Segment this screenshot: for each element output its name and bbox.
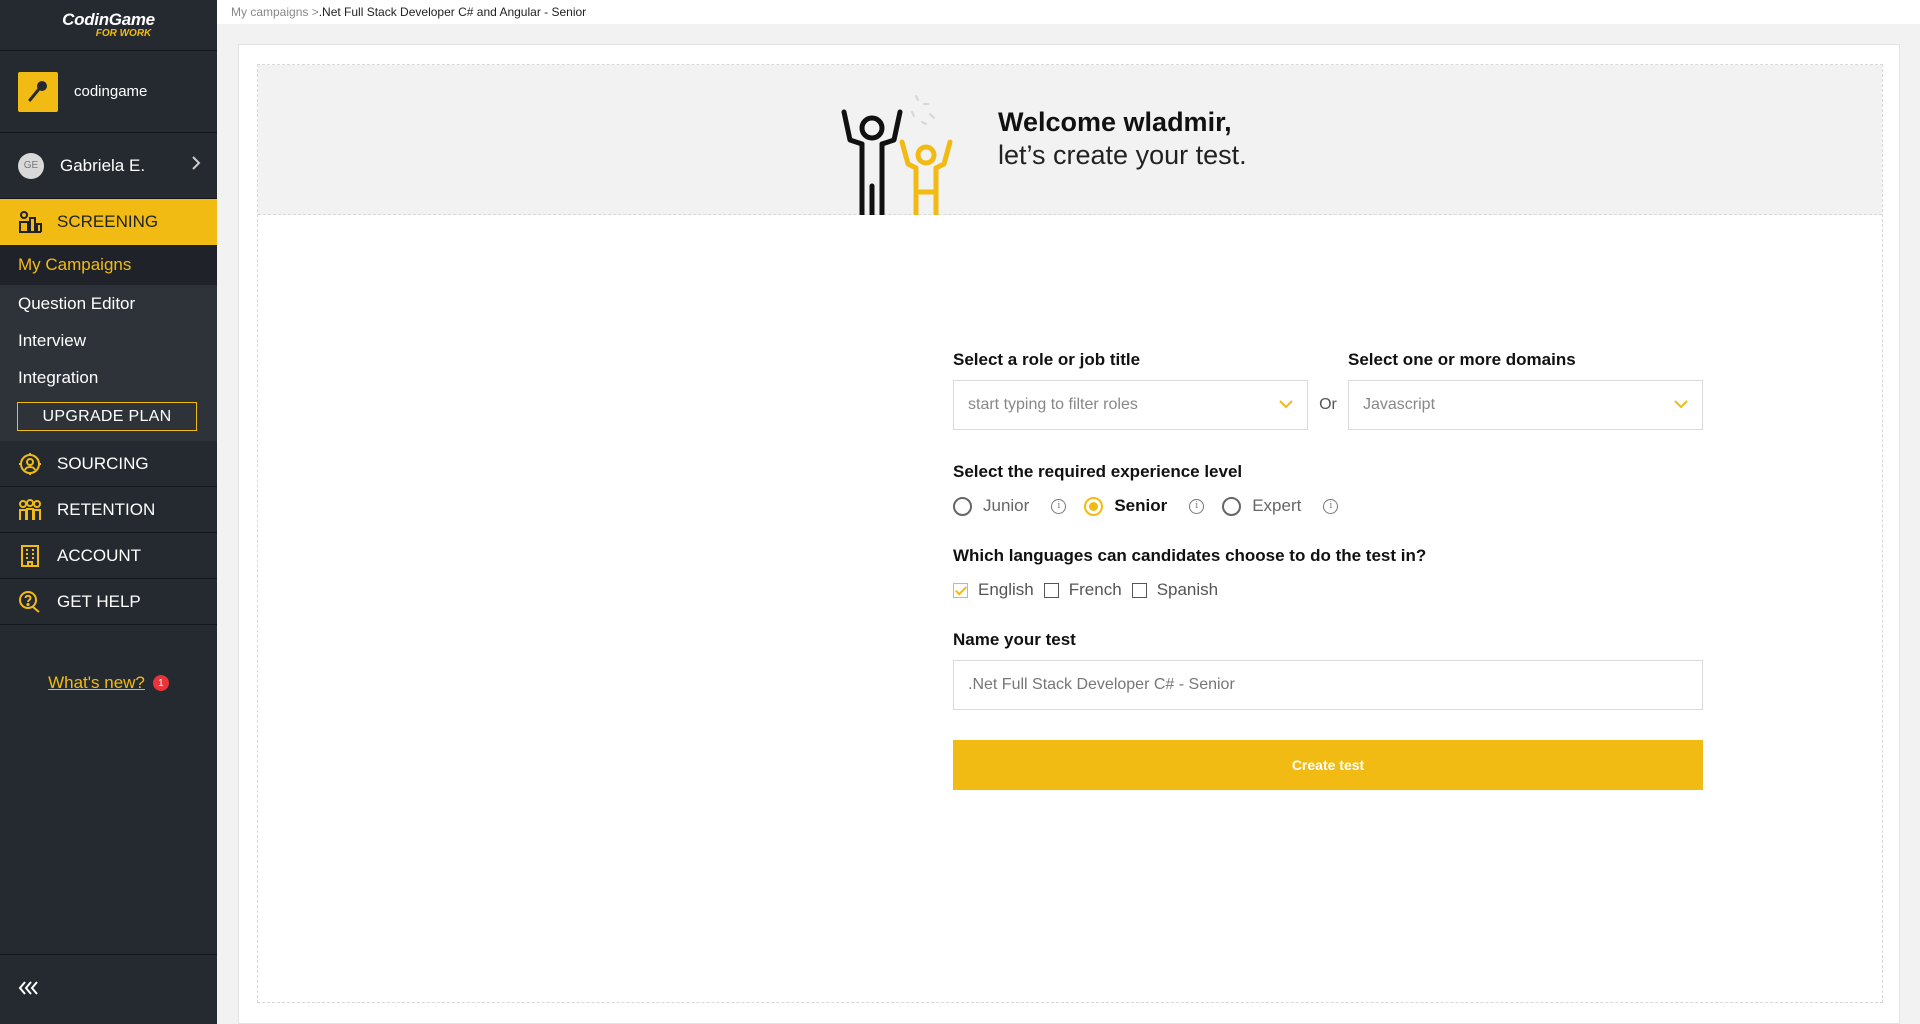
info-icon[interactable]: i [1051, 498, 1067, 514]
create-test-button[interactable]: Create test [953, 740, 1703, 790]
upgrade-wrapper: UPGRADE PLAN [0, 396, 217, 441]
radio-junior-label: Junior [983, 496, 1030, 515]
test-name-placeholder: .Net Full Stack Developer C# - Senior [968, 676, 1235, 693]
welcome-subtitle: let’s create your test. [998, 140, 1247, 170]
radio-junior[interactable]: Junior [953, 496, 1029, 516]
nav-sourcing[interactable]: SOURCING [0, 441, 217, 487]
nav-get-help[interactable]: GET HELP [0, 579, 217, 625]
role-select[interactable]: start typing to filter roles [953, 380, 1308, 430]
help-icon [18, 590, 42, 614]
organization-logo-icon [18, 71, 58, 112]
create-test-form: Select a role or job title start typing … [953, 350, 1703, 790]
logo-subtext: FOR WORK [95, 27, 152, 39]
screening-icon [18, 210, 42, 234]
checkbox-spanish-box [1131, 582, 1147, 598]
experience-label: Select the required experience level [953, 462, 1243, 481]
user-name: Gabriela E. [60, 155, 146, 175]
sidebar-item-integration[interactable]: Integration [0, 359, 217, 396]
logo[interactable]: CodinGame FOR WORK [0, 0, 217, 51]
sidebar: CodinGame FOR WORK codingame GE Gabriela… [0, 0, 217, 1024]
role-label: Select a role or job title [953, 350, 1141, 369]
checkbox-french-box [1043, 582, 1059, 598]
checkbox-english-label: English [978, 580, 1034, 599]
chevron-right-icon [191, 156, 201, 175]
user-menu[interactable]: GE Gabriela E. [0, 133, 217, 199]
screening-submenu: My Campaigns Question Editor Interview I… [0, 245, 217, 441]
radio-expert-circle [1222, 496, 1242, 516]
domain-label: Select one or more domains [1348, 350, 1576, 369]
checkbox-french[interactable]: French [1043, 580, 1122, 600]
languages-checkbox-group: English French Spanish [953, 580, 1703, 600]
checkbox-french-label: French [1068, 580, 1122, 599]
nav-retention[interactable]: RETENTION [0, 487, 217, 533]
breadcrumb-current: .Net Full Stack Developer C# and Angular… [318, 5, 587, 19]
organization: codingame [0, 51, 217, 133]
nav-retention-label: RETENTION [57, 499, 156, 519]
collapse-sidebar-button[interactable] [0, 954, 217, 1024]
nav-screening[interactable]: SCREENING [0, 199, 217, 245]
radio-senior-circle [1084, 496, 1104, 516]
or-separator: Or [1319, 396, 1337, 413]
domain-select-value: Javascript [1363, 396, 1436, 413]
nav-get-help-label: GET HELP [57, 591, 141, 611]
breadcrumb: My campaigns > .Net Full Stack Developer… [217, 0, 1920, 24]
welcome-text: Welcome wladmir, let’s create your test. [998, 107, 1247, 171]
role-domain-row: Select a role or job title start typing … [953, 350, 1703, 430]
sidebar-item-my-campaigns[interactable]: My Campaigns [0, 245, 217, 285]
avatar: GE [18, 152, 44, 179]
languages-label: Which languages can candidates choose to… [953, 546, 1427, 565]
sidebar-item-question-editor[interactable]: Question Editor [0, 285, 217, 322]
nav-account[interactable]: ACCOUNT [0, 533, 217, 579]
radio-expert[interactable]: Expert [1222, 496, 1301, 516]
whats-new: What's new? 1 [0, 673, 217, 693]
organization-name: codingame [74, 83, 148, 100]
info-icon[interactable]: i [1323, 498, 1339, 514]
role-select-placeholder: start typing to filter roles [968, 396, 1138, 413]
domain-select[interactable]: Javascript [1348, 380, 1703, 430]
chevron-down-icon [1279, 396, 1293, 414]
building-icon [18, 544, 42, 568]
checkbox-spanish[interactable]: Spanish [1131, 580, 1219, 600]
welcome-title: Welcome wladmir, [998, 107, 1232, 137]
main-card: Welcome wladmir, let’s create your test.… [238, 44, 1900, 1024]
chevron-down-icon [1674, 396, 1688, 414]
radio-expert-label: Expert [1252, 496, 1302, 515]
whats-new-link[interactable]: What's new? [48, 673, 145, 693]
info-icon[interactable]: i [1189, 498, 1205, 514]
nav-sourcing-label: SOURCING [57, 453, 149, 473]
breadcrumb-my-campaigns[interactable]: My campaigns > [231, 5, 319, 19]
retention-icon [18, 498, 42, 522]
radio-senior-label: Senior [1114, 496, 1168, 515]
checkbox-english-box [953, 582, 968, 598]
sidebar-item-interview[interactable]: Interview [0, 322, 217, 359]
welcome-banner: Welcome wladmir, let’s create your test. [258, 65, 1882, 217]
domain-field: Select one or more domains Javascript [1348, 350, 1703, 430]
nav-screening-label: SCREENING [57, 212, 159, 231]
experience-radio-group: Junior i Senior i Expert i [953, 496, 1703, 516]
double-chevron-left-icon [18, 978, 40, 1001]
radio-junior-circle [953, 496, 972, 516]
test-name-input[interactable]: .Net Full Stack Developer C# - Senior [953, 660, 1703, 710]
people-cheering-icon [838, 92, 968, 220]
notification-badge: 1 [152, 675, 169, 691]
sourcing-icon [18, 452, 42, 476]
logo-text: CodinGame [62, 9, 155, 29]
checkbox-english[interactable]: English [953, 580, 1034, 600]
upgrade-plan-button[interactable]: UPGRADE PLAN [17, 402, 197, 431]
nav-account-label: ACCOUNT [57, 545, 142, 565]
test-name-label: Name your test [953, 630, 1076, 649]
create-test-area: Welcome wladmir, let’s create your test.… [257, 64, 1883, 1003]
radio-senior[interactable]: Senior [1084, 496, 1167, 516]
checkbox-spanish-label: Spanish [1156, 580, 1219, 599]
role-field: Select a role or job title start typing … [953, 350, 1308, 430]
